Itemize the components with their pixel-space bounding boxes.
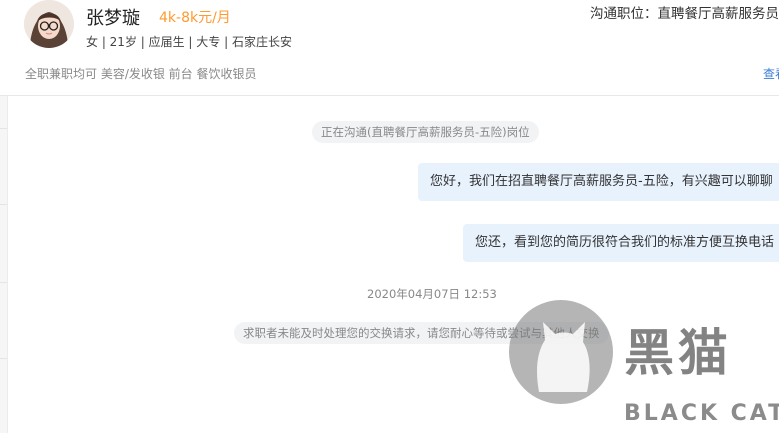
candidate-tags: 全职兼职均可 美容/发收银 前台 餐饮收银员 <box>25 67 257 81</box>
avatar[interactable] <box>24 0 74 48</box>
watermark-logo-subtext: BLACK CAT <box>624 401 779 426</box>
candidate-meta: 女 | 21岁 | 应届生 | 大专 | 石家庄长安 <box>86 35 292 49</box>
candidate-name: 张梦璇 <box>86 8 140 29</box>
message-timestamp: 2020年04月07日 12:53 <box>367 287 497 301</box>
position-notice: 正在沟通(直聘餐厅高薪服务员-五险)岗位 <box>312 121 539 143</box>
cat-silhouette-icon <box>537 322 590 392</box>
rail-divider <box>0 128 7 129</box>
watermark-logo-text: 黑猫 <box>624 324 732 382</box>
expected-salary: 4k-8k元/月 <box>159 10 231 26</box>
rail-divider <box>0 204 7 205</box>
position-title: 沟通职位：直聘餐厅高薪服务员 <box>590 6 779 22</box>
watermark-logo-icon <box>509 300 613 404</box>
rail-divider <box>0 282 7 283</box>
avatar-portrait-icon <box>24 0 74 48</box>
view-resume-link[interactable]: 查看 <box>763 65 779 82</box>
rail-divider <box>0 358 7 359</box>
chat-message: 您还，看到您的简历很符合我们的标准方便互换电话 <box>463 224 779 262</box>
candidate-header: 张梦璇 4k-8k元/月 女 | 21岁 | 应届生 | 大专 | 石家庄长安 … <box>0 0 779 96</box>
chat-message: 您好，我们在招直聘餐厅高薪服务员-五险，有兴趣可以聊聊 <box>418 163 779 201</box>
